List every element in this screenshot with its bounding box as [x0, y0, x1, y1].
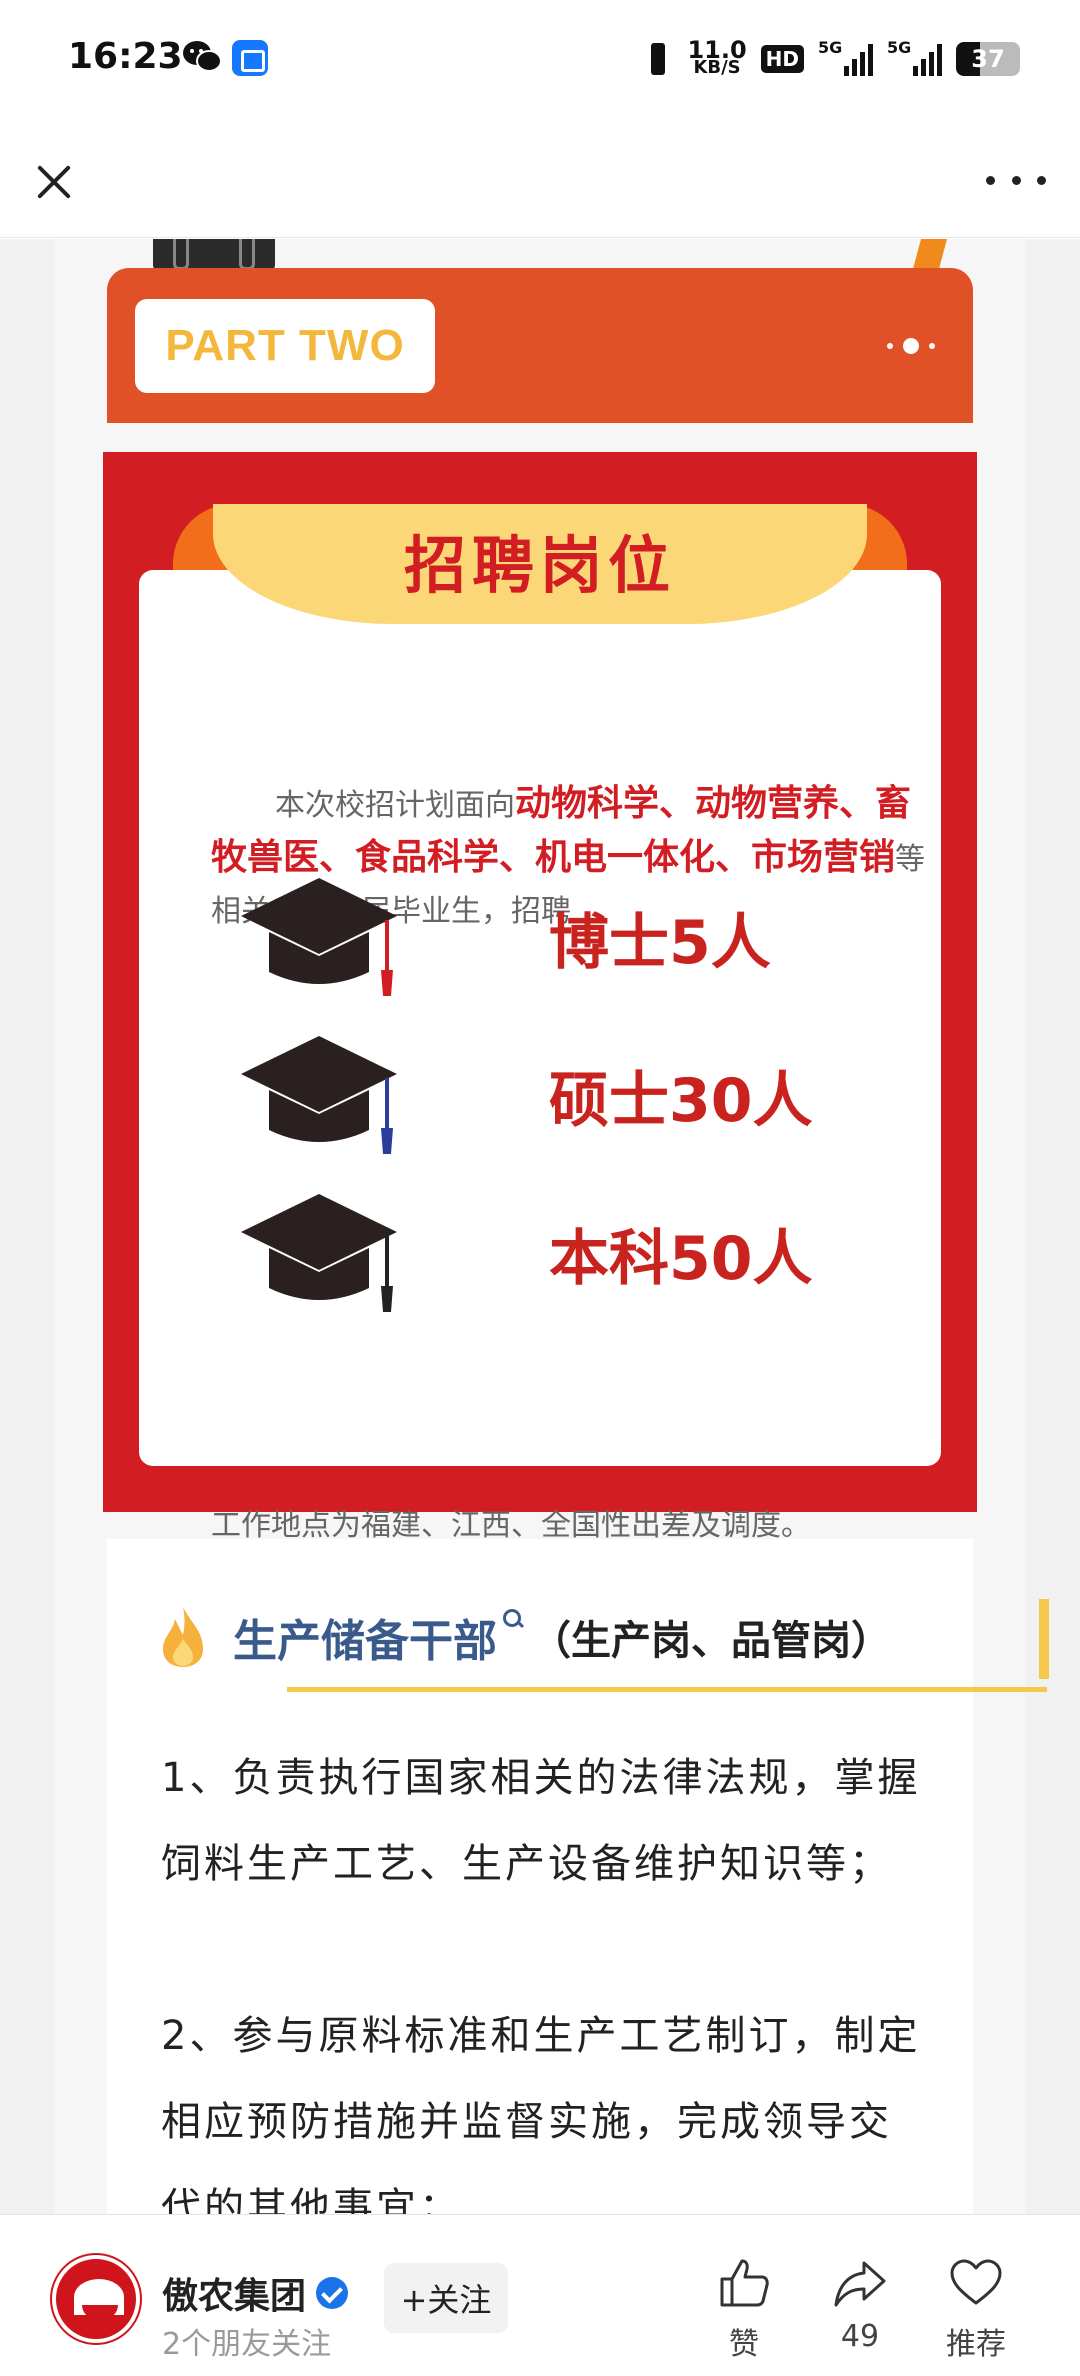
- part-header: PART TWO: [107, 268, 973, 423]
- title-side-bar: [1039, 1599, 1049, 1679]
- signal-icon-sim1: 5G: [818, 38, 873, 76]
- position-row: 博士5人: [239, 870, 919, 1000]
- graduation-cap-icon: [241, 1036, 397, 1154]
- bottom-action-bar: 傲农集团 2个朋友关注 +关注 赞 49 推荐: [0, 2214, 1080, 2376]
- followers-text: 2个朋友关注: [162, 2327, 332, 2362]
- section-title: 生产储备干部 （生产岗、品管岗）: [161, 1605, 891, 1669]
- account-avatar[interactable]: [52, 2255, 140, 2343]
- graduation-cap-icon: [241, 1194, 397, 1312]
- binder-clip-decoration: [153, 239, 275, 271]
- wechat-icon: [183, 41, 222, 72]
- thumbs-up-icon: [720, 2259, 769, 2307]
- duty-item: 1、负责执行国家相关的法律法规，掌握饲料生产工艺、生产设备维护知识等；: [161, 1755, 921, 1887]
- hd-icon: HD: [760, 45, 804, 73]
- part-label: PART TWO: [165, 321, 405, 370]
- share-icon: [834, 2261, 886, 2307]
- job-section: 生产储备干部 （生产岗、品管岗） 1、负责执行国家相关的法律法规，掌握饲料生产工…: [107, 1539, 1049, 2214]
- signal-icon-sim2: 5G: [887, 38, 942, 76]
- top-nav-bar: [0, 118, 1080, 238]
- pager-dots: [887, 338, 935, 354]
- status-time: 16:23: [68, 36, 183, 77]
- account-name[interactable]: 傲农集团: [162, 2267, 349, 2319]
- share-button[interactable]: 49: [810, 2255, 910, 2365]
- flame-icon: [163, 1607, 203, 1667]
- app-notification-icon: [232, 40, 268, 76]
- vibrate-icon: [643, 39, 673, 79]
- position-label: 硕士30人: [549, 1066, 813, 1136]
- work-location: 工作地点为福建、江西、全国性出差及调度。: [211, 1508, 811, 1543]
- section-title-main[interactable]: 生产储备干部: [233, 1605, 497, 1669]
- position-row: 硕士30人: [239, 1028, 919, 1158]
- graduation-cap-icon: [241, 878, 397, 996]
- article-scroll-area[interactable]: PART TWO 本次校招计划面向动物科学、动物营养、畜牧兽医、食品科学、机电一…: [0, 239, 1080, 2214]
- orange-decoration: [912, 239, 948, 269]
- duty-item: 2、参与原料标准和生产工艺制订，制定相应预防措施并监督实施，完成领导交代的其他事…: [161, 2013, 921, 2214]
- more-icon[interactable]: [986, 170, 1046, 190]
- article-body: PART TWO 本次校招计划面向动物科学、动物营养、畜牧兽医、食品科学、机电一…: [55, 239, 1049, 2214]
- recruit-title: 招聘岗位: [403, 529, 676, 602]
- status-bar: 16:23 11.0 KB/S HD 5G 5G 37: [0, 0, 1080, 118]
- share-count: 49: [840, 2319, 880, 2354]
- recommend-label: 推荐: [946, 2327, 1006, 2362]
- like-label: 赞: [729, 2327, 759, 2362]
- verified-icon: [316, 2277, 349, 2309]
- search-icon[interactable]: [503, 1609, 525, 1631]
- recruit-title-banner: 招聘岗位: [213, 504, 867, 624]
- position-label: 本科50人: [549, 1224, 813, 1294]
- part-label-pill: PART TWO: [135, 299, 435, 393]
- network-speed: 11.0 KB/S: [687, 36, 747, 78]
- position-label: 博士5人: [549, 908, 771, 978]
- like-button[interactable]: 赞: [694, 2255, 794, 2365]
- recruit-card: 本次校招计划面向动物科学、动物营养、畜牧兽医、食品科学、机电一体化、市场营销等相…: [139, 570, 941, 1543]
- title-underline: [287, 1687, 1047, 1692]
- recommend-button[interactable]: 推荐: [926, 2255, 1026, 2365]
- follow-button[interactable]: +关注: [384, 2263, 508, 2333]
- heart-icon: [950, 2259, 1002, 2305]
- section-title-sub: （生产岗、品管岗）: [531, 1618, 891, 1664]
- position-row: 本科50人: [239, 1186, 919, 1316]
- close-icon[interactable]: [30, 158, 78, 206]
- recruit-panel: 本次校招计划面向动物科学、动物营养、畜牧兽医、食品科学、机电一体化、市场营销等相…: [103, 452, 977, 1543]
- battery-icon: 37: [956, 42, 1020, 76]
